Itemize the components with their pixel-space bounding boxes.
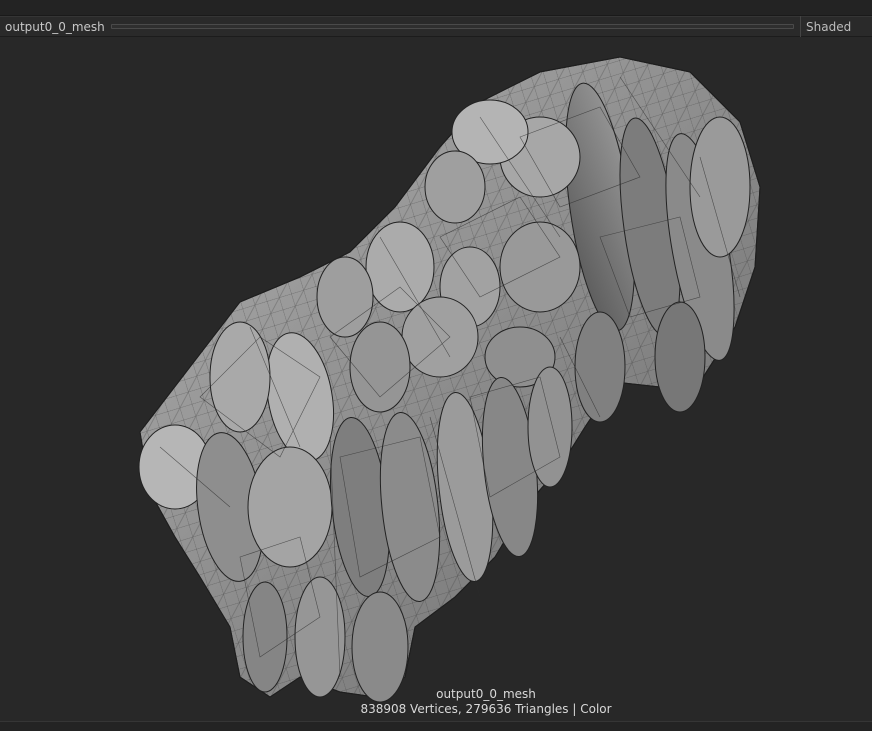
preview-slider[interactable] — [110, 24, 794, 29]
preview-toolbar: output0_0_mesh Shaded — [0, 16, 872, 37]
mesh-preview-window: output0_0_mesh Shaded output0_0_mesh 838… — [0, 0, 872, 731]
mesh-render — [138, 56, 761, 703]
top-strip — [0, 0, 872, 16]
mesh-title: output0_0_mesh — [5, 19, 105, 34]
overlay-mesh-stats: 838908 Vertices, 279636 Triangles | Colo… — [360, 702, 612, 716]
overlay-mesh-name: output0_0_mesh — [436, 687, 536, 701]
mesh-viewport[interactable]: output0_0_mesh 838908 Vertices, 279636 T… — [0, 37, 872, 721]
view-mode-dropdown[interactable]: Shaded — [801, 20, 872, 34]
bottom-bar — [0, 721, 872, 731]
